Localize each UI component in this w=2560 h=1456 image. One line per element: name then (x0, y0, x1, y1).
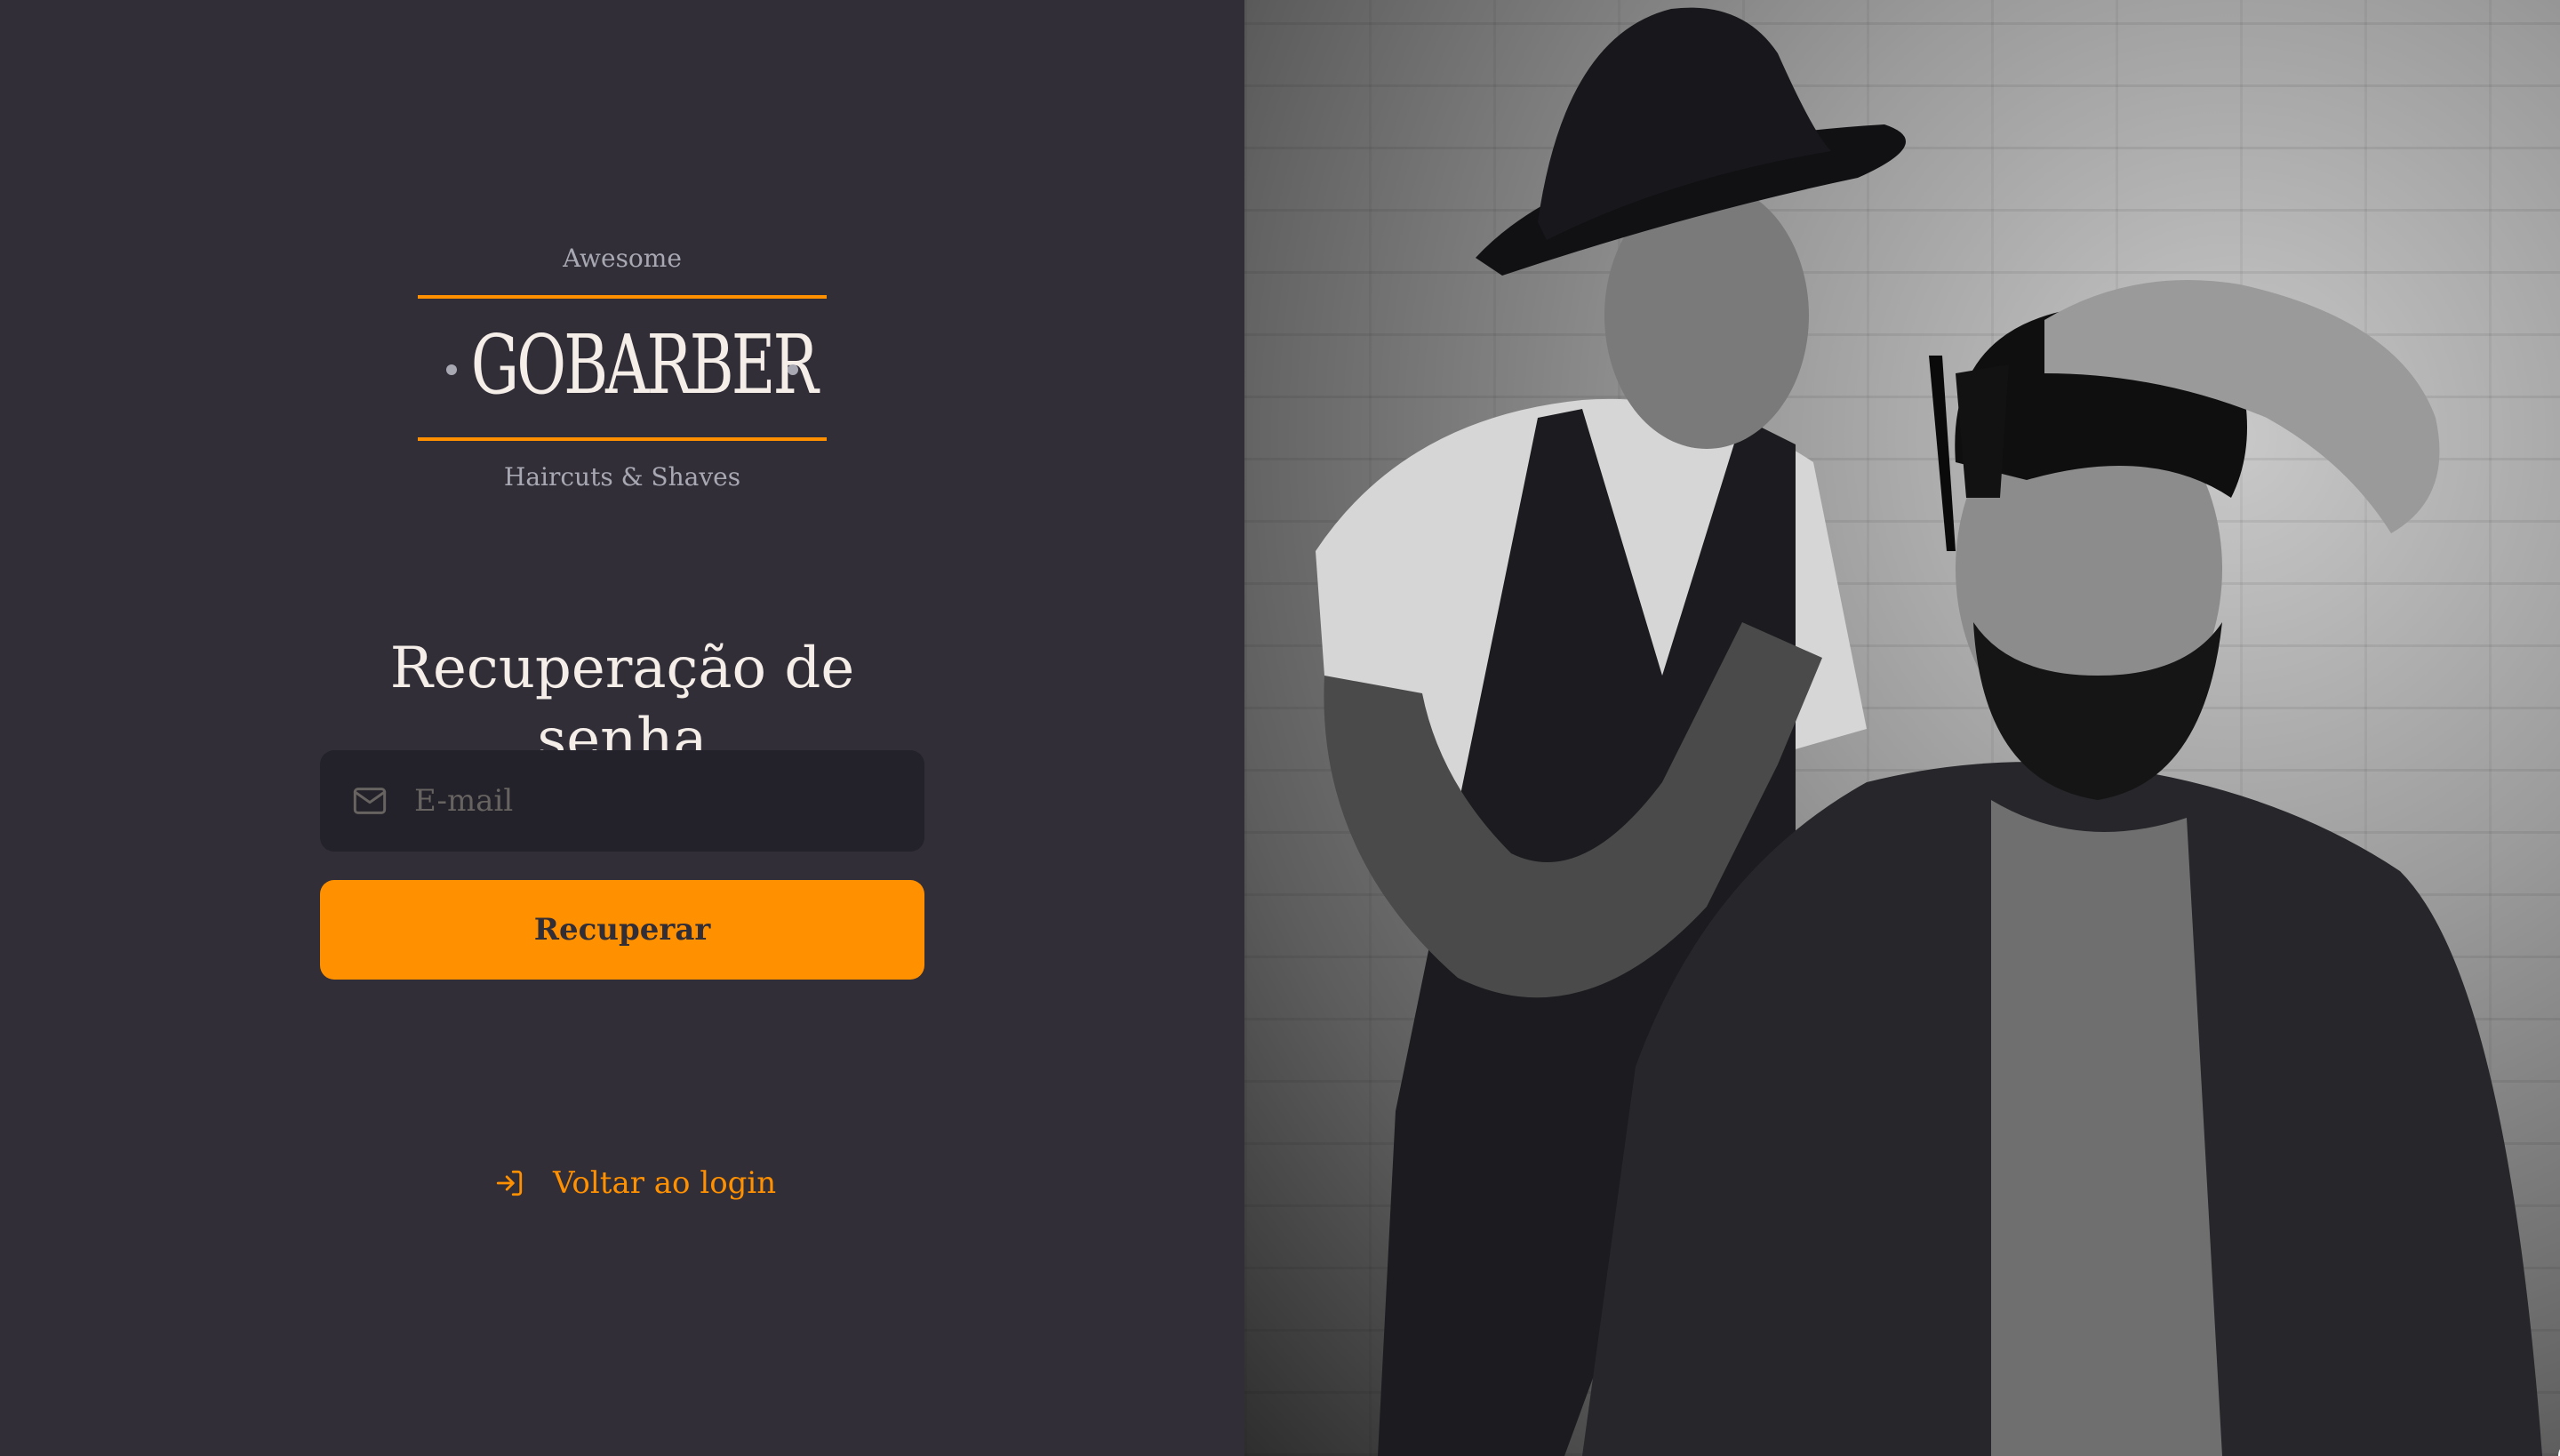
gobarber-logo: Awesome GOBARBER Haircuts & Shaves (418, 240, 827, 498)
logo-dot-right (788, 364, 798, 375)
email-field[interactable] (320, 750, 924, 852)
background-photo (1244, 0, 2560, 1456)
recover-button[interactable]: Recuperar (320, 880, 924, 980)
client-tshirt (1991, 800, 2222, 1456)
scissors (1929, 356, 1956, 551)
back-to-login-label: Voltar ao login (553, 1165, 777, 1201)
mail-icon (353, 788, 387, 814)
back-to-login-link[interactable]: Voltar ao login (494, 1161, 776, 1205)
recover-panel: Awesome GOBARBER Haircuts & Shaves Recup… (0, 0, 1244, 1456)
email-input[interactable] (414, 750, 903, 852)
comb (1956, 364, 2009, 498)
logo-divider-bottom (418, 437, 827, 441)
logo-name: GOBARBER (470, 317, 819, 412)
logo-tagline-bottom: Haircuts & Shaves (503, 462, 741, 492)
log-in-icon (496, 1170, 523, 1196)
logo-dot-left (446, 364, 457, 375)
logo-tagline-top: Awesome (563, 244, 682, 273)
barber-scene-illustration (1316, 7, 2542, 1456)
logo-divider-top (418, 295, 827, 299)
